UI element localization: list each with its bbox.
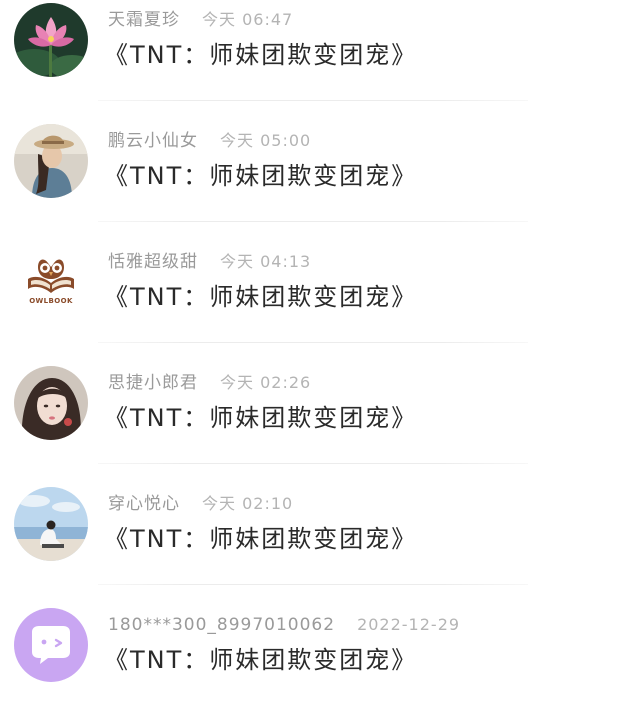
avatar[interactable]: OWLBOOK [14,245,88,319]
avatar[interactable] [14,608,88,682]
comment-meta: 思捷小郎君 今天 02:26 [108,371,311,395]
username[interactable]: 恬雅超级甜 [108,252,198,272]
username[interactable]: 穿心悦心 [108,494,180,514]
comment-meta: 180***300_8997010062 2022-12-29 [108,613,460,637]
girl-portrait-avatar-icon [14,366,88,440]
divider [98,584,528,585]
lotus-avatar-icon [14,3,88,77]
divider [98,463,528,464]
comment-meta: 鹏云小仙女 今天 05:00 [108,129,311,153]
comment-text[interactable]: 《TNT：师妹团欺变团宠》 [104,522,417,556]
owlbook-avatar-icon [14,245,88,319]
timestamp: 今天 02:26 [220,373,312,392]
list-item[interactable]: 鹏云小仙女 今天 05:00 《TNT：师妹团欺变团宠》 [0,121,640,242]
comment-text[interactable]: 《TNT：师妹团欺变团宠》 [104,280,417,314]
timestamp: 今天 05:00 [220,131,312,150]
comment-text[interactable]: 《TNT：师妹团欺变团宠》 [104,643,417,677]
comment-feed: 天霜夏珍 今天 06:47 《TNT：师妹团欺变团宠》 鹏云小仙女 今天 05:00… [0,0,640,705]
comment-meta: 恬雅超级甜 今天 04:13 [108,250,311,274]
comment-meta: 穿心悦心 今天 02:10 [108,492,293,516]
owlbook-logo-text: OWLBOOK [29,297,73,305]
comment-text[interactable]: 《TNT：师妹团欺变团宠》 [104,401,417,435]
list-item[interactable]: OWLBOOK 恬雅超级甜 今天 04:13 《TNT：师妹团欺变团宠》 [0,242,640,363]
username[interactable]: 鹏云小仙女 [108,131,198,151]
beach-avatar-icon [14,487,88,561]
list-item[interactable]: 180***300_8997010062 2022-12-29 《TNT：师妹团欺… [0,605,640,726]
list-item[interactable]: 穿心悦心 今天 02:10 《TNT：师妹团欺变团宠》 [0,484,640,605]
divider [98,100,528,101]
woman-hat-avatar-icon [14,124,88,198]
comment-text[interactable]: 《TNT：师妹团欺变团宠》 [104,38,417,72]
avatar[interactable] [14,3,88,77]
avatar[interactable] [14,366,88,440]
timestamp: 2022-12-29 [357,615,461,634]
chat-bubble-avatar-icon [14,608,88,682]
avatar[interactable] [14,487,88,561]
comment-meta: 天霜夏珍 今天 06:47 [108,8,293,32]
username[interactable]: 180***300_8997010062 [108,615,335,635]
timestamp: 今天 06:47 [202,10,294,29]
timestamp: 今天 02:10 [202,494,294,513]
list-item[interactable]: 天霜夏珍 今天 06:47 《TNT：师妹团欺变团宠》 [0,0,640,121]
timestamp: 今天 04:13 [220,252,312,271]
avatar[interactable] [14,124,88,198]
divider [98,342,528,343]
list-item[interactable]: 思捷小郎君 今天 02:26 《TNT：师妹团欺变团宠》 [0,363,640,484]
username[interactable]: 天霜夏珍 [108,10,180,30]
username[interactable]: 思捷小郎君 [108,373,198,393]
comment-text[interactable]: 《TNT：师妹团欺变团宠》 [104,159,417,193]
divider [98,221,528,222]
